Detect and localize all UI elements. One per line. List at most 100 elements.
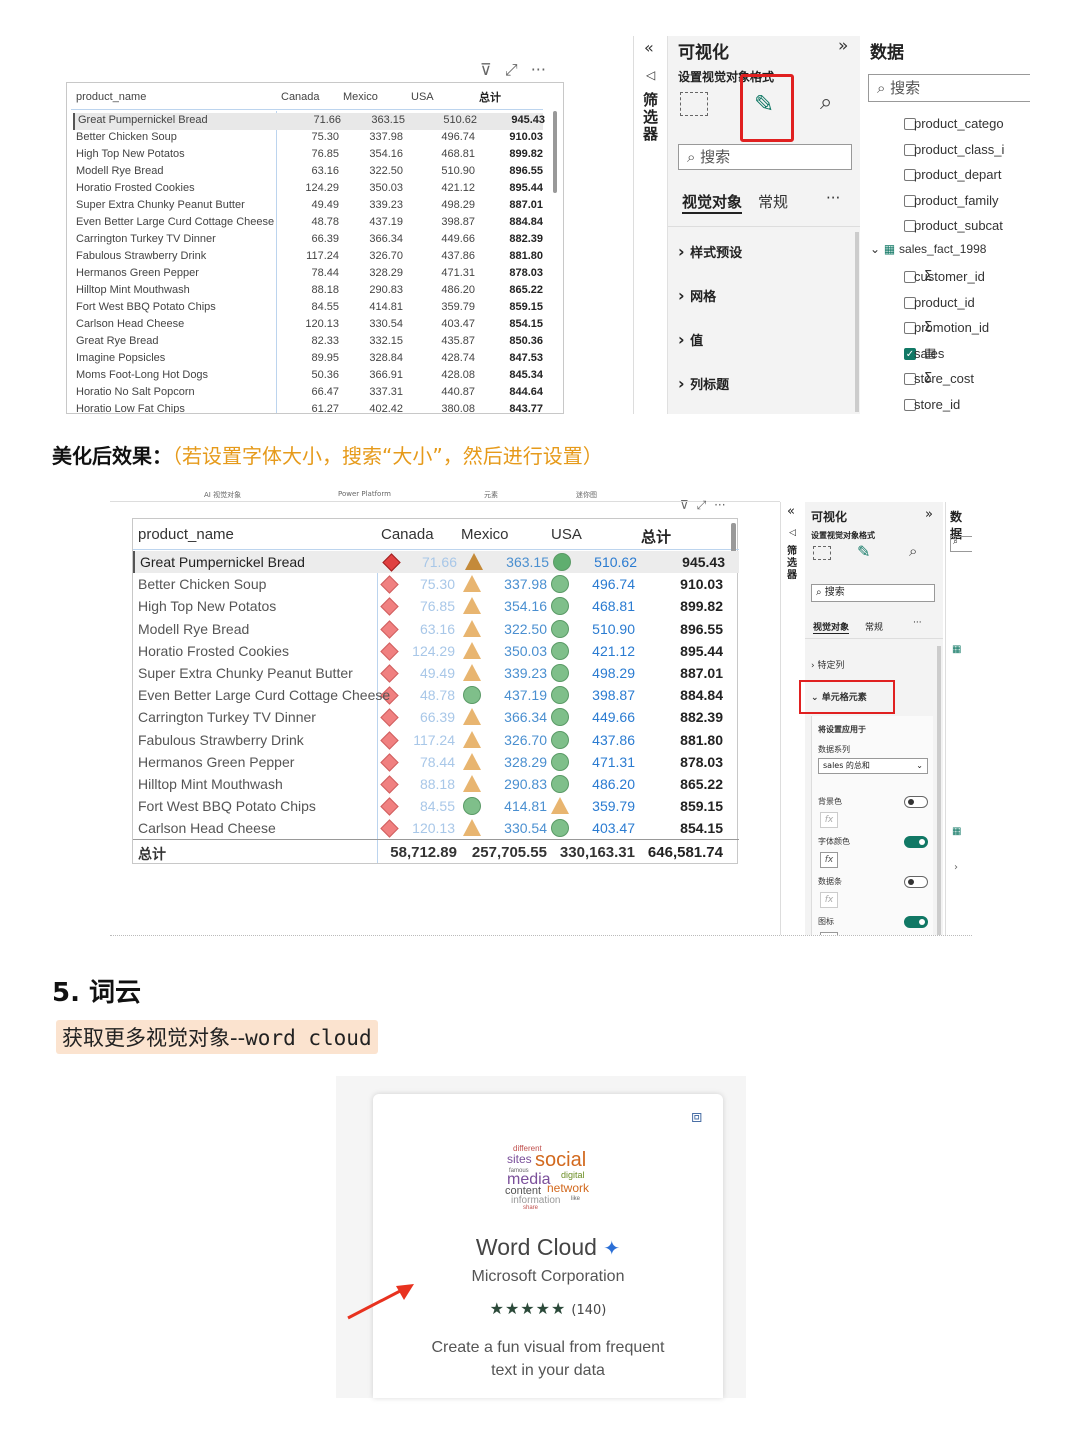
table-row[interactable]: Carlson Head Cheese 120.13 330.54 403.47 854… (133, 817, 739, 839)
build-visual-icon[interactable] (680, 92, 708, 116)
more-options-icon[interactable]: ··· (531, 60, 546, 79)
tab-general[interactable]: 常规 (758, 191, 788, 212)
format-scrollbar[interactable] (855, 232, 859, 412)
header-usa[interactable]: USA (411, 91, 434, 103)
field-name[interactable]: sales (914, 346, 944, 361)
font-color-fx-button[interactable]: fx (820, 852, 838, 868)
tab-visual[interactable]: 视觉对象 (682, 191, 743, 214)
table-row[interactable]: Carrington Turkey TV Dinner 66.39 366.34 44… (73, 232, 543, 249)
filter-icon[interactable]: ⊽ (480, 60, 492, 79)
chevron-right-icon[interactable]: › (954, 862, 958, 873)
tab-visual[interactable]: 视觉对象 (813, 620, 850, 634)
styled-matrix-visual[interactable]: product_name Canada Mexico USA 总计 Great … (132, 518, 739, 864)
table-row[interactable]: Even Better Large Curd Cottage Cheese 48.… (73, 215, 543, 232)
header-usa[interactable]: USA (551, 526, 582, 543)
icons-toggle[interactable] (904, 916, 928, 928)
data-search-input[interactable]: ⌕ (950, 536, 972, 552)
table-row[interactable]: Great Rye Bread 82.33 332.15 435.87 850.36 (73, 334, 543, 351)
table-row[interactable]: Horatio No Salt Popcorn 66.47 337.31 440.87… (73, 385, 543, 402)
field-name[interactable]: product_family (914, 193, 999, 208)
focus-mode-icon[interactable]: ⤢ (697, 498, 707, 512)
header-mexico[interactable]: Mexico (343, 91, 378, 103)
table-row[interactable]: Horatio Low Fat Chips 61.27 402.42 380.08 84… (73, 402, 543, 413)
analytics-icon[interactable]: ⌕ (820, 90, 832, 115)
table-row[interactable]: Super Extra Chunky Peanut Butter 49.49 339… (133, 662, 739, 684)
table-row[interactable]: Hilltop Mint Mouthwash 88.18 290.83 486.20 8… (133, 773, 739, 795)
icons-fx-button[interactable]: fx (820, 932, 838, 935)
format-section[interactable]: › 样式预设 (678, 242, 742, 261)
header-total[interactable]: 总计 (479, 89, 501, 105)
table-row[interactable]: Better Chicken Soup 75.30 337.98 496.74 910.… (73, 130, 543, 147)
more-options-button[interactable]: ··· (826, 189, 840, 207)
table-row[interactable]: Modell Rye Bread 63.16 322.50 510.90 896.55 (73, 164, 543, 181)
matrix-visual[interactable]: product_name Canada Mexico USA 总计 Great … (66, 82, 564, 414)
header-total[interactable]: 总计 (641, 526, 671, 547)
table-row[interactable]: High Top New Potatos 76.85 354.16 468.81 899… (133, 595, 739, 617)
field-name[interactable]: product_id (914, 295, 975, 310)
field-name[interactable]: promotion_id (914, 320, 989, 335)
field-name[interactable]: store_id (914, 397, 960, 412)
data-bars-toggle[interactable] (904, 876, 928, 888)
format-search-input[interactable]: ⌕ 搜索 (678, 144, 852, 170)
expand-right-icon[interactable]: » (925, 507, 933, 522)
table-row[interactable]: Fabulous Strawberry Drink 117.24 326.70 437… (73, 249, 543, 266)
expand-right-icon[interactable]: » (838, 36, 848, 56)
header-mexico[interactable]: Mexico (461, 526, 509, 543)
shopping-bag-icon[interactable]: ⧈ (691, 1106, 702, 1127)
table-row[interactable]: Imagine Popsicles 89.95 328.84 428.74 847.53 (73, 351, 543, 368)
filter-icon[interactable]: ⊽ (680, 498, 689, 512)
table-row[interactable]: Horatio Frosted Cookies 124.29 350.03 421.1… (73, 181, 543, 198)
data-search-input[interactable]: ⌕ 搜索 (868, 74, 1030, 102)
table-row[interactable]: Moms Foot-Long Hot Dogs 50.36 366.91 428.08… (73, 368, 543, 385)
scrollbar[interactable] (553, 111, 557, 193)
filters-strip[interactable]: « ◁ 筛选器 (634, 36, 668, 414)
section-specific-column[interactable]: › 特定列 (811, 658, 844, 671)
field-name[interactable]: product_class_i (914, 142, 1004, 157)
field-name[interactable]: product_subcat (914, 218, 1003, 233)
menu-ai-visuals[interactable]: AI 视觉对象 (204, 490, 241, 500)
font-color-toggle[interactable] (904, 836, 928, 848)
format-section[interactable]: › 值 (678, 330, 703, 349)
format-scrollbar[interactable] (937, 646, 941, 935)
more-options-icon[interactable]: ··· (714, 498, 725, 512)
table-row[interactable]: Super Extra Chunky Peanut Butter 49.49 339… (73, 198, 543, 215)
focus-mode-icon[interactable]: ⤢ (505, 60, 518, 79)
section-cell-elements[interactable]: ⌄ 单元格元素 (811, 690, 867, 703)
collapse-left-icon[interactable]: « (644, 38, 654, 57)
format-search-input[interactable]: ⌕ 搜索 (811, 584, 935, 602)
bg-color-fx-button[interactable]: fx (820, 812, 838, 828)
field-name[interactable]: customer_id (914, 269, 985, 284)
table-row[interactable]: Fort West BBQ Potato Chips 84.55 414.81 359… (133, 795, 739, 817)
format-brush-icon[interactable]: ✎ (754, 90, 774, 118)
tab-general[interactable]: 常规 (865, 620, 883, 633)
menu-power-platform[interactable]: Power Platform (338, 490, 391, 498)
table-row[interactable]: Even Better Large Curd Cottage Cheese 48.… (133, 684, 739, 706)
table-row[interactable]: Hilltop Mint Mouthwash 88.18 290.83 486.20 8… (73, 283, 543, 300)
series-dropdown[interactable]: sales 的总和 ⌄ (818, 758, 928, 774)
header-canada[interactable]: Canada (381, 526, 434, 543)
table-row[interactable]: Fabulous Strawberry Drink 117.24 326.70 437… (133, 729, 739, 751)
analytics-icon[interactable]: ⌕ (909, 542, 917, 560)
table-row[interactable]: Carrington Turkey TV Dinner 66.39 366.34 44… (133, 706, 739, 728)
table-row[interactable]: Modell Rye Bread 63.16 322.50 510.90 896.55 (133, 618, 739, 640)
table-row[interactable]: High Top New Potatos 76.85 354.16 468.81 899… (73, 147, 543, 164)
format-section[interactable]: › 网格 (678, 286, 716, 305)
menu-sparklines[interactable]: 迷你图 (576, 490, 597, 500)
table-row[interactable]: Better Chicken Soup 75.30 337.98 496.74 910.… (133, 573, 739, 595)
header-canada[interactable]: Canada (281, 91, 320, 103)
table-row[interactable]: Hermanos Green Pepper 78.44 328.29 471.31 87… (73, 266, 543, 283)
word-cloud-card[interactable]: ⧈ different sites social famous media di… (373, 1094, 723, 1398)
menu-elements[interactable]: 元素 (484, 490, 498, 500)
format-brush-icon[interactable]: ✎ (857, 542, 870, 561)
table-row[interactable]: Horatio Frosted Cookies 124.29 350.03 421.1… (133, 640, 739, 662)
table-row[interactable]: Fort West BBQ Potato Chips 84.55 414.81 359… (73, 300, 543, 317)
visual-name[interactable]: Word Cloud ✦ (373, 1234, 723, 1261)
format-section[interactable]: › 列标题 (678, 374, 729, 393)
table-row[interactable]: Carlson Head Cheese 120.13 330.54 403.47 854… (73, 317, 543, 334)
more-options-button[interactable]: ··· (913, 618, 922, 628)
table-row[interactable]: Great Pumpernickel Bread 71.66 363.15 510.6… (133, 551, 739, 573)
table-node[interactable]: ⌄ ▦ sales_fact_1998 (870, 242, 986, 256)
field-name[interactable]: store_cost (914, 371, 974, 386)
header-product-name[interactable]: product_name (76, 91, 146, 103)
bg-color-toggle[interactable] (904, 796, 928, 808)
